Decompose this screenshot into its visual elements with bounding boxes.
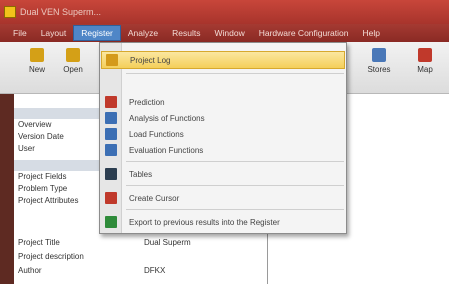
toolbar-stores-label: Stores	[367, 65, 391, 74]
toolbar-new-button[interactable]: New	[20, 48, 54, 74]
menu-item-label: Prediction	[129, 97, 165, 107]
register-dropdown-menu: Project Log Prediction Analysis of Funct…	[99, 42, 347, 234]
toolbar-new-label: New	[28, 65, 45, 74]
menu-item-tables[interactable]: Tables	[101, 165, 345, 183]
project-icon	[106, 54, 118, 66]
menu-separator	[126, 209, 344, 210]
menu-item-label: Evaluation Functions	[129, 145, 204, 155]
menu-analyze[interactable]: Analyze	[121, 26, 165, 40]
menu-item-label: Tables	[129, 169, 153, 179]
menu-item-project-log[interactable]: Project Log	[101, 51, 345, 69]
toolbar-open-button[interactable]: Open	[56, 48, 90, 74]
menu-item-create-cursor[interactable]: Create Cursor	[101, 189, 345, 207]
functions-icon	[105, 112, 117, 124]
menu-item-label: Create Cursor	[129, 193, 180, 203]
load-icon	[105, 128, 117, 140]
evaluation-icon	[105, 144, 117, 156]
menu-item-label: Analysis of Functions	[129, 113, 205, 123]
property-name: Version Date	[18, 132, 64, 141]
property-value[interactable]: DFKX	[144, 266, 165, 275]
prediction-icon	[105, 96, 117, 108]
property-name: Problem Type	[18, 184, 68, 193]
menu-layout[interactable]: Layout	[34, 26, 74, 40]
menu-item-label: Export to previous results into the Regi…	[129, 217, 280, 227]
window-title: Dual VEN Superm...	[20, 7, 102, 17]
menu-help[interactable]: Help	[356, 26, 387, 40]
title-bar: Dual VEN Superm...	[0, 0, 449, 24]
left-strip	[0, 94, 14, 284]
property-name: Project Attributes	[18, 196, 79, 205]
export-icon	[105, 216, 117, 228]
menu-item-export-results[interactable]: Export to previous results into the Regi…	[101, 213, 345, 231]
toolbar-open-label: Open	[63, 65, 83, 74]
menu-separator	[126, 73, 344, 74]
new-icon	[30, 48, 44, 62]
menu-item-label: Load Functions	[129, 129, 184, 139]
toolbar-map-button[interactable]: Map	[408, 48, 442, 74]
stores-icon	[372, 48, 386, 62]
menu-item-label: Project Log	[130, 55, 171, 65]
menu-bar: File Layout Register Analyze Results Win…	[0, 24, 449, 42]
property-name: Overview	[18, 120, 52, 129]
app-icon	[4, 6, 16, 18]
property-value[interactable]: Dual Superm	[144, 238, 191, 247]
tables-icon	[105, 168, 117, 180]
menu-window[interactable]: Window	[207, 26, 251, 40]
menu-item-evaluation-functions[interactable]: Evaluation Functions	[101, 141, 345, 159]
toolbar-map-label: Map	[417, 65, 433, 74]
menu-hardware-configuration[interactable]: Hardware Configuration	[252, 26, 356, 40]
menu-register[interactable]: Register	[73, 25, 121, 41]
menu-separator	[126, 161, 344, 162]
property-name: Project description	[18, 252, 84, 261]
menu-file[interactable]: File	[6, 26, 34, 40]
menu-results[interactable]: Results	[165, 26, 207, 40]
map-icon	[418, 48, 432, 62]
cursor-icon	[105, 192, 117, 204]
property-name: Author	[18, 266, 42, 275]
open-icon	[66, 48, 80, 62]
property-name: Project Title	[18, 238, 60, 247]
property-name: User	[18, 144, 35, 153]
property-name: Project Fields	[18, 172, 67, 181]
menu-separator	[126, 185, 344, 186]
toolbar-stores-button[interactable]: Stores	[362, 48, 396, 74]
